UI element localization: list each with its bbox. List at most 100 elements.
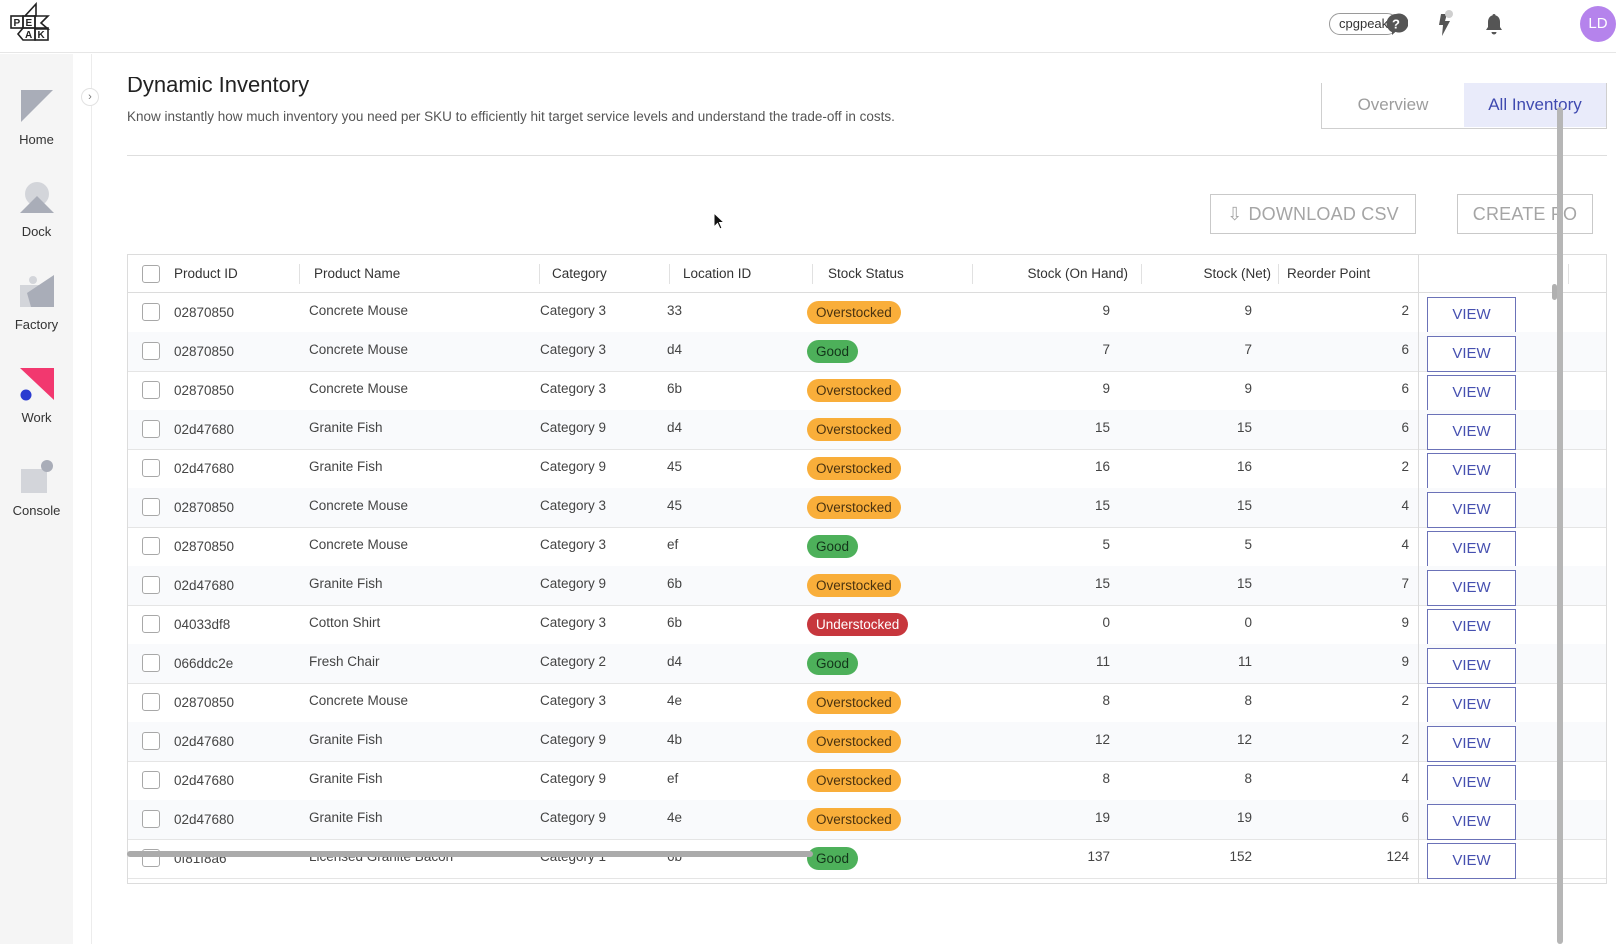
column-header-category[interactable]: Category	[552, 255, 607, 293]
download-csv-button[interactable]: ⇩ DOWNLOAD CSV	[1210, 194, 1416, 234]
cell-location-id: 4e	[667, 810, 683, 825]
tab-overview[interactable]: Overview	[1322, 83, 1464, 127]
view-button[interactable]: VIEW	[1427, 648, 1516, 684]
cell-product-id: 02870850	[174, 500, 235, 515]
select-all-checkbox[interactable]	[142, 265, 160, 283]
column-separator[interactable]	[972, 264, 973, 284]
cell-category: Category 9	[540, 459, 607, 474]
cell-stock-on-hand: 12	[1094, 732, 1110, 747]
view-button[interactable]: VIEW	[1427, 297, 1516, 333]
table-row[interactable]: 02d47680 Granite Fish Category 9 45 Over…	[128, 449, 1606, 489]
table-row[interactable]: 02870850 Concrete Mouse Category 3 4e Ov…	[128, 683, 1606, 723]
row-checkbox[interactable]	[142, 342, 160, 360]
cell-location-id: 4e	[667, 693, 683, 708]
table-row[interactable]: 02870850 Concrete Mouse Category 3 6b Ov…	[128, 371, 1606, 411]
row-checkbox[interactable]	[142, 459, 160, 477]
view-button[interactable]: VIEW	[1427, 687, 1516, 723]
column-header-product-name[interactable]: Product Name	[314, 255, 400, 293]
create-po-button[interactable]: CREATE PO	[1457, 194, 1593, 234]
column-separator[interactable]	[669, 264, 670, 284]
cell-location-id: 6b	[667, 576, 683, 591]
row-checkbox[interactable]	[142, 420, 160, 438]
table-vertical-scrollbar[interactable]	[1552, 284, 1557, 300]
page-vertical-scrollbar[interactable]	[1557, 107, 1563, 944]
view-button[interactable]: VIEW	[1427, 726, 1516, 762]
cell-category: Category 3	[540, 498, 607, 513]
table-row[interactable]: 02d47680 Granite Fish Category 9 ef Over…	[128, 761, 1606, 801]
row-checkbox[interactable]	[142, 693, 160, 711]
column-header-reorder-point[interactable]: Reorder Point	[1287, 255, 1370, 293]
cell-stock-on-hand: 9	[1102, 381, 1110, 396]
table-row[interactable]: 02d47680 Granite Fish Category 9 6b Over…	[128, 566, 1606, 606]
row-checkbox[interactable]	[142, 381, 160, 399]
horizontal-scrollbar[interactable]	[127, 851, 813, 857]
table-row[interactable]: 02d47680 Granite Fish Category 9 d4 Over…	[128, 410, 1606, 450]
column-header-location-id[interactable]: Location ID	[683, 255, 751, 293]
cell-product-name: Granite Fish	[309, 732, 383, 747]
table-row[interactable]: 04033df8 Cotton Shirt Category 3 6b Unde…	[128, 605, 1606, 645]
cell-stock-net: 19	[1236, 810, 1252, 825]
view-button[interactable]: VIEW	[1427, 531, 1516, 567]
stock-status-badge: Overstocked	[807, 418, 901, 441]
cell-product-id: 0f81f8a6	[174, 851, 227, 866]
table-row[interactable]: 02870850 Concrete Mouse Category 3 45 Ov…	[128, 488, 1606, 528]
sidebar-expand-button[interactable]: ›	[81, 88, 99, 106]
row-checkbox[interactable]	[142, 498, 160, 516]
row-checkbox[interactable]	[142, 732, 160, 750]
column-separator[interactable]	[1278, 264, 1279, 284]
tab-all-inventory[interactable]: All Inventory	[1464, 83, 1606, 127]
stock-status-badge: Good	[807, 652, 859, 675]
cell-stock-net: 5	[1244, 537, 1252, 552]
view-button[interactable]: VIEW	[1427, 843, 1516, 879]
column-header-stock-status[interactable]: Stock Status	[828, 255, 904, 293]
table-row[interactable]: 066ddc2e Fresh Chair Category 2 d4 Good …	[128, 644, 1606, 684]
row-checkbox[interactable]	[142, 576, 160, 594]
cell-product-id: 02d47680	[174, 578, 235, 593]
view-button[interactable]: VIEW	[1427, 336, 1516, 372]
table-row[interactable]: 02870850 Concrete Mouse Category 3 d4 Go…	[128, 332, 1606, 372]
help-icon[interactable]: ?	[1382, 10, 1410, 38]
stock-status-badge: Overstocked	[807, 457, 901, 480]
user-avatar[interactable]: LD	[1580, 6, 1616, 42]
view-button[interactable]: VIEW	[1427, 804, 1516, 840]
sidebar-item-label: Dock	[21, 224, 52, 239]
row-checkbox[interactable]	[142, 810, 160, 828]
table-row[interactable]: 02d47680 Granite Fish Category 9 4e Over…	[128, 800, 1606, 840]
view-button[interactable]: VIEW	[1427, 765, 1516, 801]
cell-category: Category 3	[540, 537, 607, 552]
bell-icon[interactable]	[1480, 10, 1508, 38]
lightning-icon[interactable]	[1431, 10, 1459, 38]
column-header-product-id[interactable]: Product ID	[174, 255, 238, 293]
sidebar-item-dock[interactable]: Dock	[0, 180, 73, 239]
factory-icon	[19, 275, 54, 307]
column-separator[interactable]	[1141, 264, 1142, 284]
sidebar-item-home[interactable]: Home	[0, 88, 73, 147]
sidebar-item-console[interactable]: Console	[0, 459, 73, 518]
column-separator[interactable]	[539, 264, 540, 284]
view-button[interactable]: VIEW	[1427, 609, 1516, 645]
view-button[interactable]: VIEW	[1427, 570, 1516, 606]
row-checkbox[interactable]	[142, 654, 160, 672]
view-button[interactable]: VIEW	[1427, 453, 1516, 489]
svg-text:?: ?	[1392, 17, 1400, 32]
table-row[interactable]: 02870850 Concrete Mouse Category 3 33 Ov…	[128, 293, 1606, 333]
table-row[interactable]: 0f81f8a6 Licensed Granite Bacon Category…	[128, 839, 1606, 879]
row-checkbox[interactable]	[142, 303, 160, 321]
sidebar-item-factory[interactable]: Factory	[0, 273, 73, 332]
row-checkbox[interactable]	[142, 537, 160, 555]
column-separator[interactable]	[812, 264, 813, 284]
column-separator[interactable]	[299, 264, 300, 284]
table-row[interactable]: 02870850 Concrete Mouse Category 3 ef Go…	[128, 527, 1606, 567]
table-row[interactable]: 02d47680 Granite Fish Category 9 4b Over…	[128, 722, 1606, 762]
column-header-stock-net[interactable]: Stock (Net)	[1148, 255, 1271, 293]
row-checkbox[interactable]	[142, 615, 160, 633]
view-button[interactable]: VIEW	[1427, 375, 1516, 411]
column-separator[interactable]	[1568, 264, 1569, 284]
view-button[interactable]: VIEW	[1427, 492, 1516, 528]
view-button[interactable]: VIEW	[1427, 414, 1516, 450]
sidebar-item-work[interactable]: Work	[0, 366, 73, 425]
cell-product-id: 02870850	[174, 695, 235, 710]
row-checkbox[interactable]	[142, 771, 160, 789]
peak-logo[interactable]: P E A K	[10, 2, 54, 44]
column-header-stock-on-hand[interactable]: Stock (On Hand)	[988, 255, 1128, 293]
